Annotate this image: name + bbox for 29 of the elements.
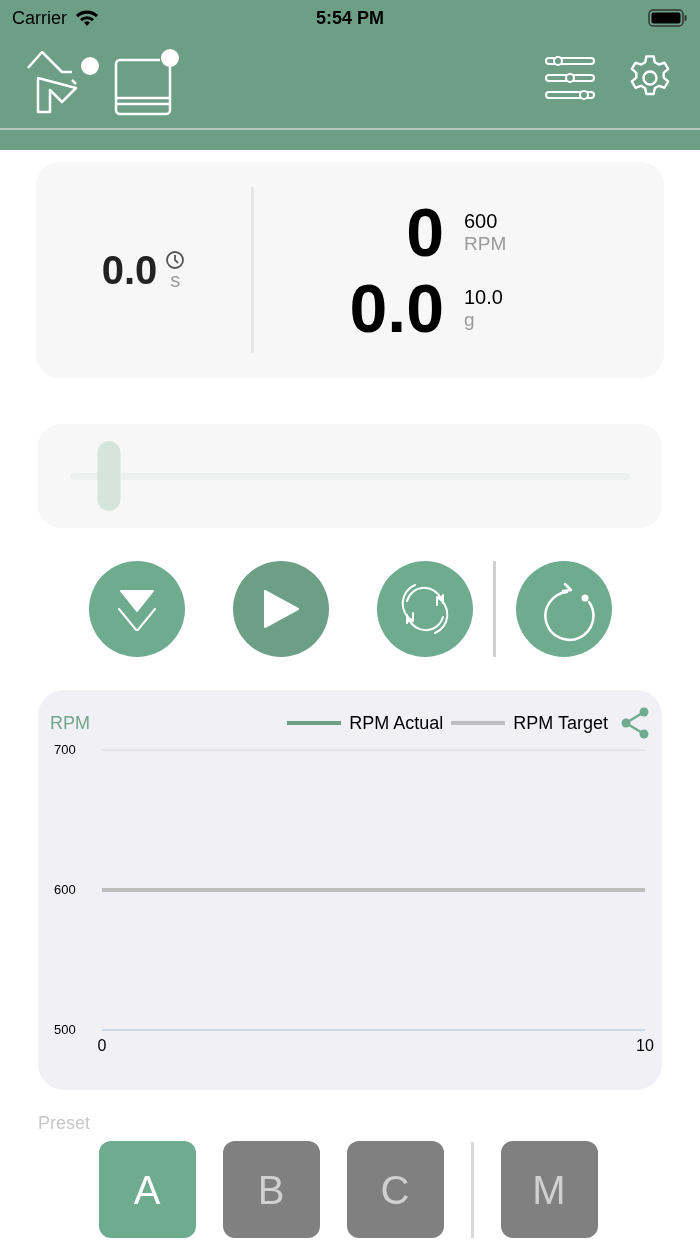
- clock-icon: [165, 250, 186, 270]
- preset-button[interactable]: C: [346, 1141, 444, 1238]
- legend-label: RPM Target: [513, 711, 608, 735]
- wifi-icon: [75, 9, 99, 27]
- y-tick-label: 600: [54, 881, 76, 900]
- slider-thumb[interactable]: [97, 441, 121, 511]
- target-value: 600: [464, 209, 499, 233]
- preset-button[interactable]: A: [98, 1141, 196, 1238]
- preset-button[interactable]: M: [500, 1141, 598, 1238]
- time-unit: s: [170, 270, 181, 290]
- target-value: 10.0: [464, 285, 504, 309]
- reading-value: 0: [406, 196, 444, 268]
- unit-label: RPM: [464, 233, 508, 255]
- x-tick-label: 0: [97, 1036, 107, 1056]
- axis-title: RPM: [50, 711, 90, 735]
- reading-value: 0.0: [349, 272, 444, 344]
- x-tick-label: 10: [636, 1036, 654, 1056]
- share-icon[interactable]: [620, 707, 650, 739]
- y-tick-label: 500: [54, 1021, 76, 1040]
- carrier-label: Carrier: [12, 6, 67, 30]
- y-tick-label: 700: [54, 741, 76, 760]
- clock-time: 5:54 PM: [316, 6, 384, 30]
- play-icon: [261, 589, 300, 629]
- time-value: 0.0: [101, 247, 158, 294]
- battery-icon: [648, 8, 688, 28]
- chevron-down-icon: [116, 587, 157, 631]
- unit-label: g: [464, 309, 476, 331]
- preset-button[interactable]: B: [222, 1141, 320, 1238]
- legend-label: RPM Actual: [349, 711, 444, 735]
